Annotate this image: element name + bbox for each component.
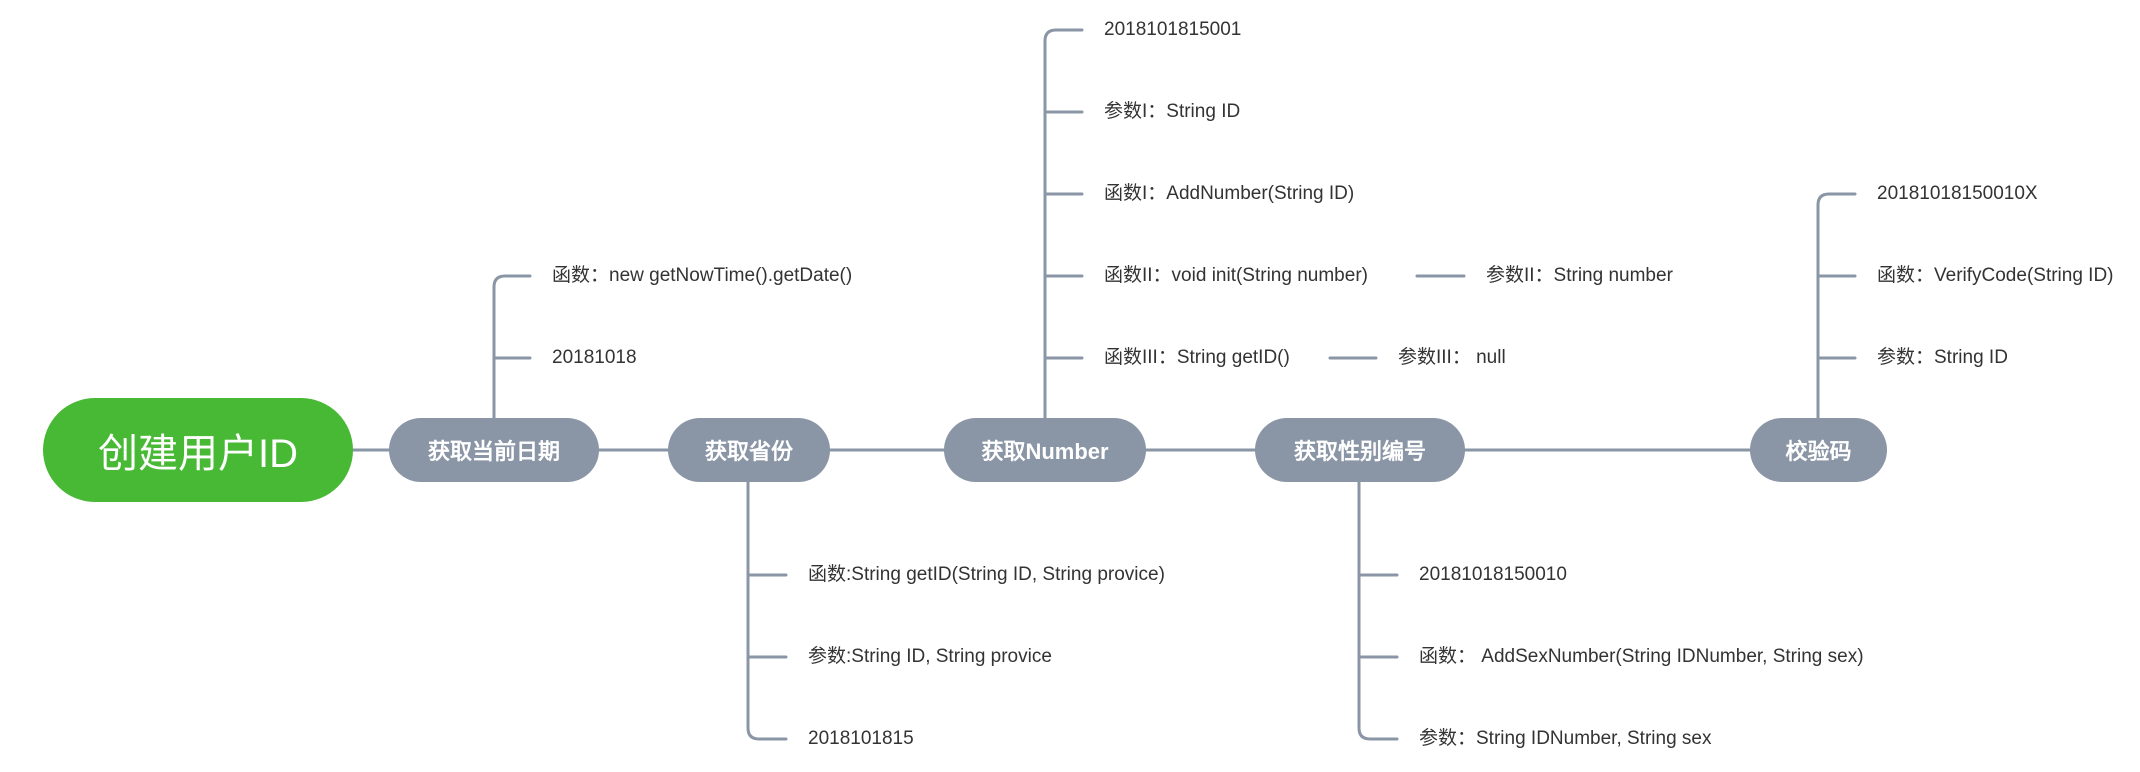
root-node-label: 创建用户ID — [98, 432, 298, 476]
leaf-number-function-1[interactable]: 函数I：AddNumber(String ID) — [1104, 182, 1354, 206]
leaf-province-value[interactable]: 2018101815 — [808, 727, 914, 751]
leaf-number-value[interactable]: 2018101815001 — [1104, 18, 1241, 42]
leaf-checksum-value[interactable]: 20181018150010X — [1877, 182, 2038, 206]
branch-4-trunk — [1357, 478, 1399, 741]
branch-1-trunk — [492, 274, 532, 422]
leaf-province-params[interactable]: 参数:String ID, String provice — [808, 645, 1052, 669]
leaf-number-param-1[interactable]: 参数I：String ID — [1104, 100, 1240, 124]
branch-node-label: 获取性别编号 — [1293, 439, 1426, 464]
branch-5-trunk — [1816, 192, 1857, 422]
branch-2-trunk — [746, 478, 788, 741]
branch-node-get-province[interactable]: 获取省份 — [668, 418, 830, 482]
leaf-number-function-2[interactable]: 函数II：void init(String number) — [1104, 264, 1368, 288]
branch-node-get-number[interactable]: 获取Number — [944, 418, 1146, 482]
leaf-sex-params[interactable]: 参数：String IDNumber, String sex — [1419, 727, 1711, 751]
branch-node-label: 获取Number — [981, 439, 1109, 464]
leaf-checksum-param[interactable]: 参数：String ID — [1877, 346, 2008, 370]
leaf-number-param-2[interactable]: 参数II：String number — [1486, 264, 1673, 288]
leaf-number-function-3[interactable]: 函数III：String getID() — [1104, 346, 1290, 370]
branch-node-get-sex-number[interactable]: 获取性别编号 — [1255, 418, 1465, 482]
branch-node-label: 校验码 — [1785, 439, 1852, 464]
leaf-number-param-3[interactable]: 参数III： null — [1398, 346, 1506, 370]
leaf-date-function[interactable]: 函数：new getNowTime().getDate() — [552, 264, 852, 288]
leaf-sex-function[interactable]: 函数： AddSexNumber(String IDNumber, String… — [1419, 645, 1864, 669]
branch-3-trunk — [1043, 28, 1084, 422]
leaf-date-value[interactable]: 20181018 — [552, 346, 637, 370]
branch-node-label: 获取当前日期 — [427, 439, 560, 464]
leaf-checksum-function[interactable]: 函数：VerifyCode(String ID) — [1877, 264, 2114, 288]
branch-node-label: 获取省份 — [704, 439, 793, 464]
branch-node-get-date[interactable]: 获取当前日期 — [389, 418, 599, 482]
leaf-province-function[interactable]: 函数:String getID(String ID, String provic… — [808, 563, 1165, 587]
branch-node-checksum[interactable]: 校验码 — [1750, 418, 1887, 482]
leaf-sex-value[interactable]: 20181018150010 — [1419, 563, 1567, 587]
root-node[interactable]: 创建用户ID — [43, 398, 353, 502]
